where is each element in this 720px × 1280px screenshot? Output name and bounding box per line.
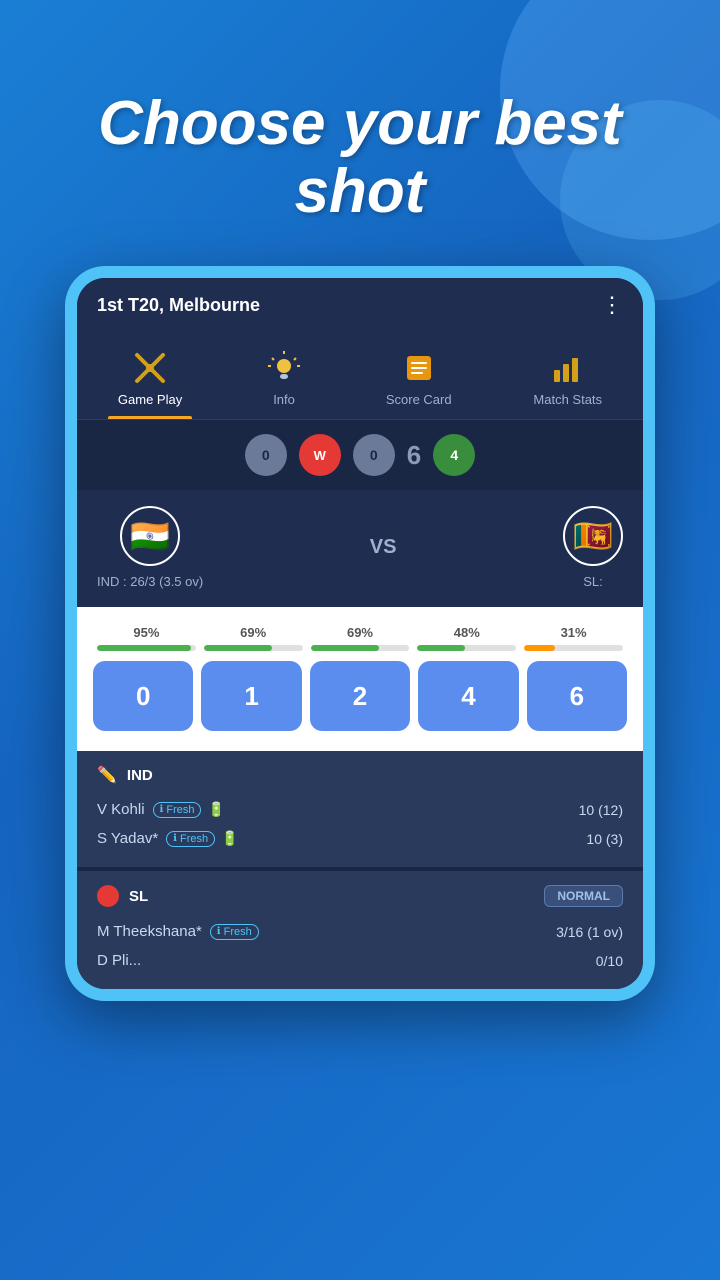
sl-player-2-score: 0/10	[596, 953, 623, 969]
tab-gameplay[interactable]: Game Play	[98, 342, 202, 419]
ind-player-2-left: S Yadav* ℹ Fresh 🔋	[97, 830, 239, 847]
sl-player-panel: SL NORMAL M Theekshana* ℹ Fresh 3/16 (1 …	[77, 871, 643, 989]
shot-panel: 95% 69% 69%	[77, 607, 643, 751]
match-header: 1st T20, Melbourne ⋮	[77, 278, 643, 332]
fresh-badge-sl-1: ℹ Fresh	[210, 924, 259, 940]
sl-player-1-name: M Theekshana*	[97, 923, 202, 940]
shot-btn-6[interactable]: 6	[527, 661, 627, 731]
ball-4: 4	[433, 434, 475, 476]
shot-btn-1[interactable]: 1	[201, 661, 301, 731]
pct-fill-3	[417, 645, 464, 651]
ball-0-2: 0	[353, 434, 395, 476]
sl-team-name: SL	[129, 888, 148, 905]
sl-player-2-row: D Pli... 0/10	[97, 946, 623, 975]
battery-icon-2: 🔋	[221, 830, 238, 847]
info-circle-icon-sl-1: ℹ	[217, 926, 221, 937]
match-info: 🇮🇳 IND : 26/3 (3.5 ov) VS 🇱🇰 SL:	[77, 490, 643, 607]
matchstats-label: Match Stats	[533, 392, 602, 407]
gameplay-label: Game Play	[118, 392, 182, 407]
pct-fill-2	[311, 645, 379, 651]
sl-flag: 🇱🇰	[563, 506, 623, 566]
shot-percentages: 95% 69% 69%	[93, 625, 627, 651]
sl-player-1-score: 3/16 (1 ov)	[556, 924, 623, 940]
battery-icon-1: 🔋	[207, 801, 224, 818]
sl-player-2-name: D Pli...	[97, 952, 141, 969]
tab-matchstats[interactable]: Match Stats	[513, 342, 622, 419]
pct-bar-2	[311, 645, 410, 651]
pct-bar-3	[417, 645, 516, 651]
sl-header-left: SL	[97, 885, 148, 907]
pct-fill-0	[97, 645, 191, 651]
sl-player-2-left: D Pli...	[97, 952, 141, 969]
scorecard-label: Score Card	[386, 392, 452, 407]
pct-fill-1	[204, 645, 272, 651]
shot-col-3: 48%	[413, 625, 520, 651]
matchstats-icon	[548, 348, 588, 388]
ind-player-2-score: 10 (3)	[586, 831, 623, 847]
shot-col-1: 69%	[200, 625, 307, 651]
ind-score: IND : 26/3 (3.5 ov)	[97, 574, 203, 589]
phone-screen: 1st T20, Melbourne ⋮ Game Play	[77, 278, 643, 989]
scorecard-icon	[399, 348, 439, 388]
ind-player-2-badge: ℹ Fresh 🔋	[166, 830, 238, 847]
headline-section: Choose your best shot	[0, 0, 720, 256]
team-ind-block: 🇮🇳 IND : 26/3 (3.5 ov)	[97, 506, 203, 589]
headline-text: Choose your best shot	[60, 90, 660, 226]
shot-col-2: 69%	[307, 625, 414, 651]
ind-player-panel: ✏️ IND V Kohli ℹ Fresh 🔋 10 (12)	[77, 751, 643, 867]
ball-w: W	[299, 434, 341, 476]
gameplay-icon	[130, 348, 170, 388]
vs-text: VS	[370, 536, 397, 559]
tab-navigation: Game Play Info	[77, 332, 643, 420]
pct-3: 48%	[454, 625, 480, 640]
shot-btn-0[interactable]: 0	[93, 661, 193, 731]
pct-2: 69%	[347, 625, 373, 640]
pct-bar-1	[204, 645, 303, 651]
ball-6: 6	[407, 440, 421, 471]
sl-dot-icon	[97, 885, 119, 907]
normal-mode-badge: NORMAL	[544, 885, 623, 907]
sl-player-1-row: M Theekshana* ℹ Fresh 3/16 (1 ov)	[97, 917, 623, 946]
sl-score: SL:	[583, 574, 603, 589]
fresh-badge-2: ℹ Fresh	[166, 831, 215, 847]
sl-player-1-left: M Theekshana* ℹ Fresh	[97, 923, 259, 940]
info-label: Info	[273, 392, 295, 407]
info-icon	[264, 348, 304, 388]
shot-col-0: 95%	[93, 625, 200, 651]
ind-player-1-left: V Kohli ℹ Fresh 🔋	[97, 801, 225, 818]
pct-fill-4	[524, 645, 555, 651]
ind-flag: 🇮🇳	[120, 506, 180, 566]
ball-0: 0	[245, 434, 287, 476]
tab-info[interactable]: Info	[244, 342, 324, 419]
ind-player-1-badge: ℹ Fresh 🔋	[153, 801, 225, 818]
sl-panel-header: SL NORMAL	[97, 885, 623, 907]
tab-scorecard[interactable]: Score Card	[366, 342, 472, 419]
ind-player-1-score: 10 (12)	[579, 802, 623, 818]
shot-btn-2[interactable]: 2	[310, 661, 410, 731]
pct-1: 69%	[240, 625, 266, 640]
team-sl-block: 🇱🇰 SL:	[563, 506, 623, 589]
ind-player-2-row: S Yadav* ℹ Fresh 🔋 10 (3)	[97, 824, 623, 853]
more-options-icon[interactable]: ⋮	[601, 292, 623, 318]
ind-player-1-row: V Kohli ℹ Fresh 🔋 10 (12)	[97, 795, 623, 824]
pct-bar-4	[524, 645, 623, 651]
match-title: 1st T20, Melbourne	[97, 295, 260, 316]
delivery-row: 0 W 0 6 4	[77, 420, 643, 490]
phone-mockup: 1st T20, Melbourne ⋮ Game Play	[65, 266, 655, 1001]
fresh-badge-1: ℹ Fresh	[153, 802, 202, 818]
ind-player-1-name: V Kohli	[97, 801, 145, 818]
shot-buttons: 0 1 2 4 6	[93, 661, 627, 731]
ind-player-2-name: S Yadav*	[97, 830, 158, 847]
pct-bar-0	[97, 645, 196, 651]
pencil-icon: ✏️	[97, 765, 117, 785]
shot-btn-4[interactable]: 4	[418, 661, 518, 731]
ind-panel-header: ✏️ IND	[97, 765, 623, 785]
pct-4: 31%	[561, 625, 587, 640]
info-circle-icon: ℹ	[160, 804, 164, 815]
sl-player-1-badge: ℹ Fresh	[210, 924, 259, 940]
info-circle-icon-2: ℹ	[173, 833, 177, 844]
shot-col-4: 31%	[520, 625, 627, 651]
pct-0: 95%	[133, 625, 159, 640]
ind-team-name: IND	[127, 767, 153, 784]
